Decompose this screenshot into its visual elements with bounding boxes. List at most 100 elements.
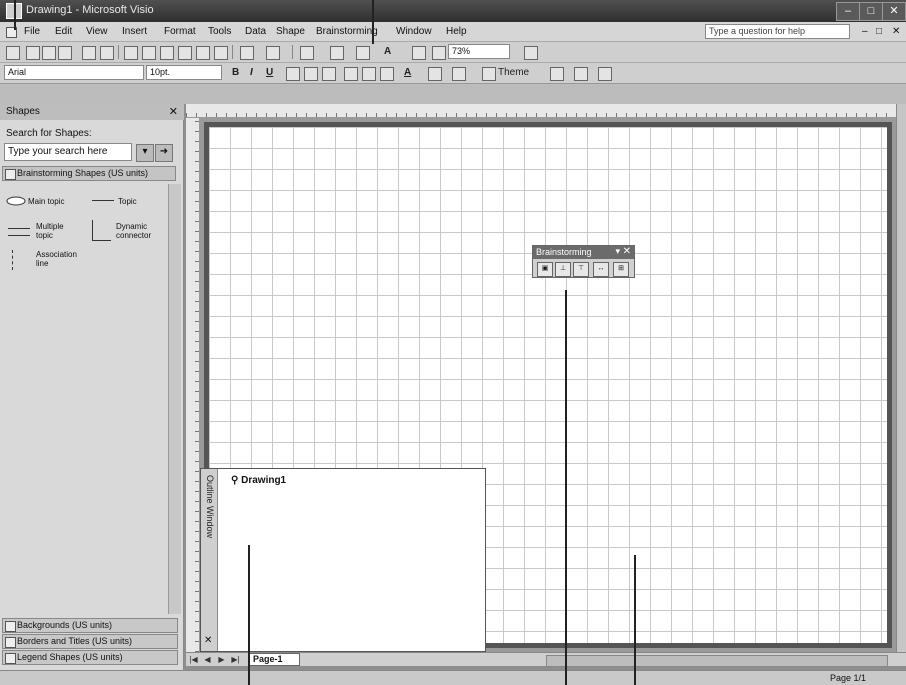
shapes-scrollbar[interactable] bbox=[168, 184, 181, 614]
shapes-window-icon[interactable] bbox=[300, 46, 314, 60]
italic-button[interactable]: I bbox=[250, 67, 253, 78]
help-search-input[interactable]: Type a question for help bbox=[705, 24, 850, 39]
menu-edit[interactable]: Edit bbox=[55, 26, 72, 37]
help-icon[interactable] bbox=[524, 46, 538, 60]
menu-brainstorming[interactable]: Brainstorming bbox=[316, 26, 378, 37]
line-color-icon[interactable] bbox=[428, 67, 442, 81]
decrease-indent-icon[interactable] bbox=[362, 67, 376, 81]
standard-toolbar: A 73% bbox=[0, 42, 906, 63]
subtopic-button[interactable]: ⊥ bbox=[555, 262, 571, 277]
stencil-icon bbox=[5, 621, 16, 632]
main-topic-button[interactable]: ▣ bbox=[537, 262, 553, 277]
search-options-icon[interactable]: ▾ bbox=[136, 144, 154, 162]
print-preview-icon[interactable] bbox=[82, 46, 96, 60]
vertical-ruler[interactable] bbox=[186, 118, 200, 652]
callout-line bbox=[634, 555, 636, 685]
menu-shape[interactable]: Shape bbox=[276, 26, 305, 37]
horizontal-ruler[interactable] bbox=[186, 104, 896, 118]
format-painter-icon[interactable] bbox=[214, 46, 228, 60]
align-right-icon[interactable] bbox=[322, 67, 336, 81]
first-page-icon[interactable]: |◀ bbox=[188, 654, 199, 665]
maximize-button[interactable]: □ bbox=[859, 2, 883, 21]
line-pattern-icon[interactable] bbox=[574, 67, 588, 81]
search-go-icon[interactable]: ➜ bbox=[155, 144, 173, 162]
close-icon[interactable]: ✕ bbox=[623, 246, 631, 257]
copy-icon[interactable] bbox=[160, 46, 174, 60]
cut-icon[interactable] bbox=[142, 46, 156, 60]
close-icon[interactable]: ✕ bbox=[204, 635, 212, 646]
font-size-select[interactable]: 10pt. bbox=[146, 65, 222, 80]
open-icon[interactable] bbox=[26, 46, 40, 60]
menu-format[interactable]: Format bbox=[164, 26, 196, 37]
save-icon[interactable] bbox=[42, 46, 56, 60]
underline-button[interactable]: U bbox=[266, 67, 273, 78]
delete-icon[interactable] bbox=[196, 46, 210, 60]
topic-icon[interactable] bbox=[92, 200, 114, 201]
tab-page-1[interactable]: Page-1 bbox=[248, 653, 300, 666]
outline-tree-root[interactable]: ⚲ Drawing1 bbox=[231, 475, 286, 486]
next-page-icon[interactable]: ▶ bbox=[216, 654, 227, 665]
minimize-button[interactable]: – bbox=[836, 2, 860, 21]
font-color-button[interactable]: A bbox=[404, 67, 411, 78]
stencil-backgrounds[interactable]: Backgrounds (US units) bbox=[2, 618, 178, 633]
theme-icon[interactable] bbox=[482, 67, 496, 81]
doc-minimize-icon[interactable]: – bbox=[862, 26, 868, 37]
zoom-icon[interactable] bbox=[432, 46, 446, 60]
print-icon[interactable] bbox=[58, 46, 72, 60]
brainstorming-toolbar-title[interactable]: Brainstorming ▾ ✕ bbox=[533, 246, 634, 259]
doc-restore-icon[interactable]: □ bbox=[876, 26, 882, 37]
paste-icon[interactable] bbox=[178, 46, 192, 60]
menu-help[interactable]: Help bbox=[446, 26, 467, 37]
doc-close-icon[interactable]: ✕ bbox=[892, 26, 900, 37]
new-icon[interactable] bbox=[6, 46, 20, 60]
menu-data[interactable]: Data bbox=[245, 26, 266, 37]
last-page-icon[interactable]: ▶| bbox=[230, 654, 241, 665]
close-button[interactable]: ✕ bbox=[882, 2, 906, 21]
bullets-icon[interactable] bbox=[344, 67, 358, 81]
search-label: Search for Shapes: bbox=[6, 128, 92, 139]
stencil-brainstorming[interactable]: Brainstorming Shapes (US units) bbox=[2, 166, 176, 181]
undo-icon[interactable] bbox=[240, 46, 254, 60]
bold-button[interactable]: B bbox=[232, 67, 239, 78]
increase-indent-icon[interactable] bbox=[380, 67, 394, 81]
prev-page-icon[interactable]: ◀ bbox=[202, 654, 213, 665]
spelling-icon[interactable] bbox=[100, 46, 114, 60]
callout-line bbox=[372, 0, 374, 44]
pointer-tool-icon[interactable] bbox=[330, 46, 344, 60]
shape-main-topic[interactable] bbox=[6, 196, 26, 208]
research-icon[interactable] bbox=[124, 46, 138, 60]
peer-topic-button[interactable]: ⊤ bbox=[573, 262, 589, 277]
align-left-icon[interactable] bbox=[286, 67, 300, 81]
association-line-icon[interactable] bbox=[12, 250, 23, 270]
fill-color-icon[interactable] bbox=[452, 67, 466, 81]
menu-view[interactable]: View bbox=[86, 26, 108, 37]
multiple-topic-icon[interactable] bbox=[8, 228, 30, 236]
text-tool-icon[interactable]: A bbox=[384, 46, 391, 57]
menu-window[interactable]: Window bbox=[396, 26, 432, 37]
font-select[interactable]: Arial bbox=[4, 65, 144, 80]
menu-file[interactable]: File bbox=[24, 26, 40, 37]
shape-label: Association line bbox=[36, 250, 77, 268]
pan-zoom-icon[interactable] bbox=[412, 46, 426, 60]
search-input[interactable]: Type your search here bbox=[4, 143, 132, 161]
theme-button[interactable]: Theme bbox=[498, 67, 529, 78]
line-weight-icon[interactable] bbox=[550, 67, 564, 81]
layout-button[interactable]: ⊞ bbox=[613, 262, 629, 277]
horizontal-scrollbar[interactable] bbox=[546, 655, 888, 667]
chevron-down-icon[interactable]: ▾ bbox=[615, 246, 620, 257]
toolbar-separator bbox=[232, 45, 233, 59]
line-ends-icon[interactable] bbox=[598, 67, 612, 81]
stencil-borders-titles[interactable]: Borders and Titles (US units) bbox=[2, 634, 178, 649]
stencil-icon bbox=[5, 169, 16, 180]
redo-icon[interactable] bbox=[266, 46, 280, 60]
association-button[interactable]: ↔ bbox=[593, 262, 609, 277]
menu-insert[interactable]: Insert bbox=[122, 26, 147, 37]
align-center-icon[interactable] bbox=[304, 67, 318, 81]
zoom-select[interactable]: 73% bbox=[448, 44, 510, 59]
connector-tool-icon[interactable] bbox=[356, 46, 370, 60]
stencil-legend-shapes[interactable]: Legend Shapes (US units) bbox=[2, 650, 178, 665]
dynamic-connector-icon[interactable] bbox=[92, 220, 111, 241]
vertical-scrollbar[interactable] bbox=[896, 104, 906, 652]
menu-tools[interactable]: Tools bbox=[208, 26, 231, 37]
close-icon[interactable]: ✕ bbox=[169, 105, 178, 118]
